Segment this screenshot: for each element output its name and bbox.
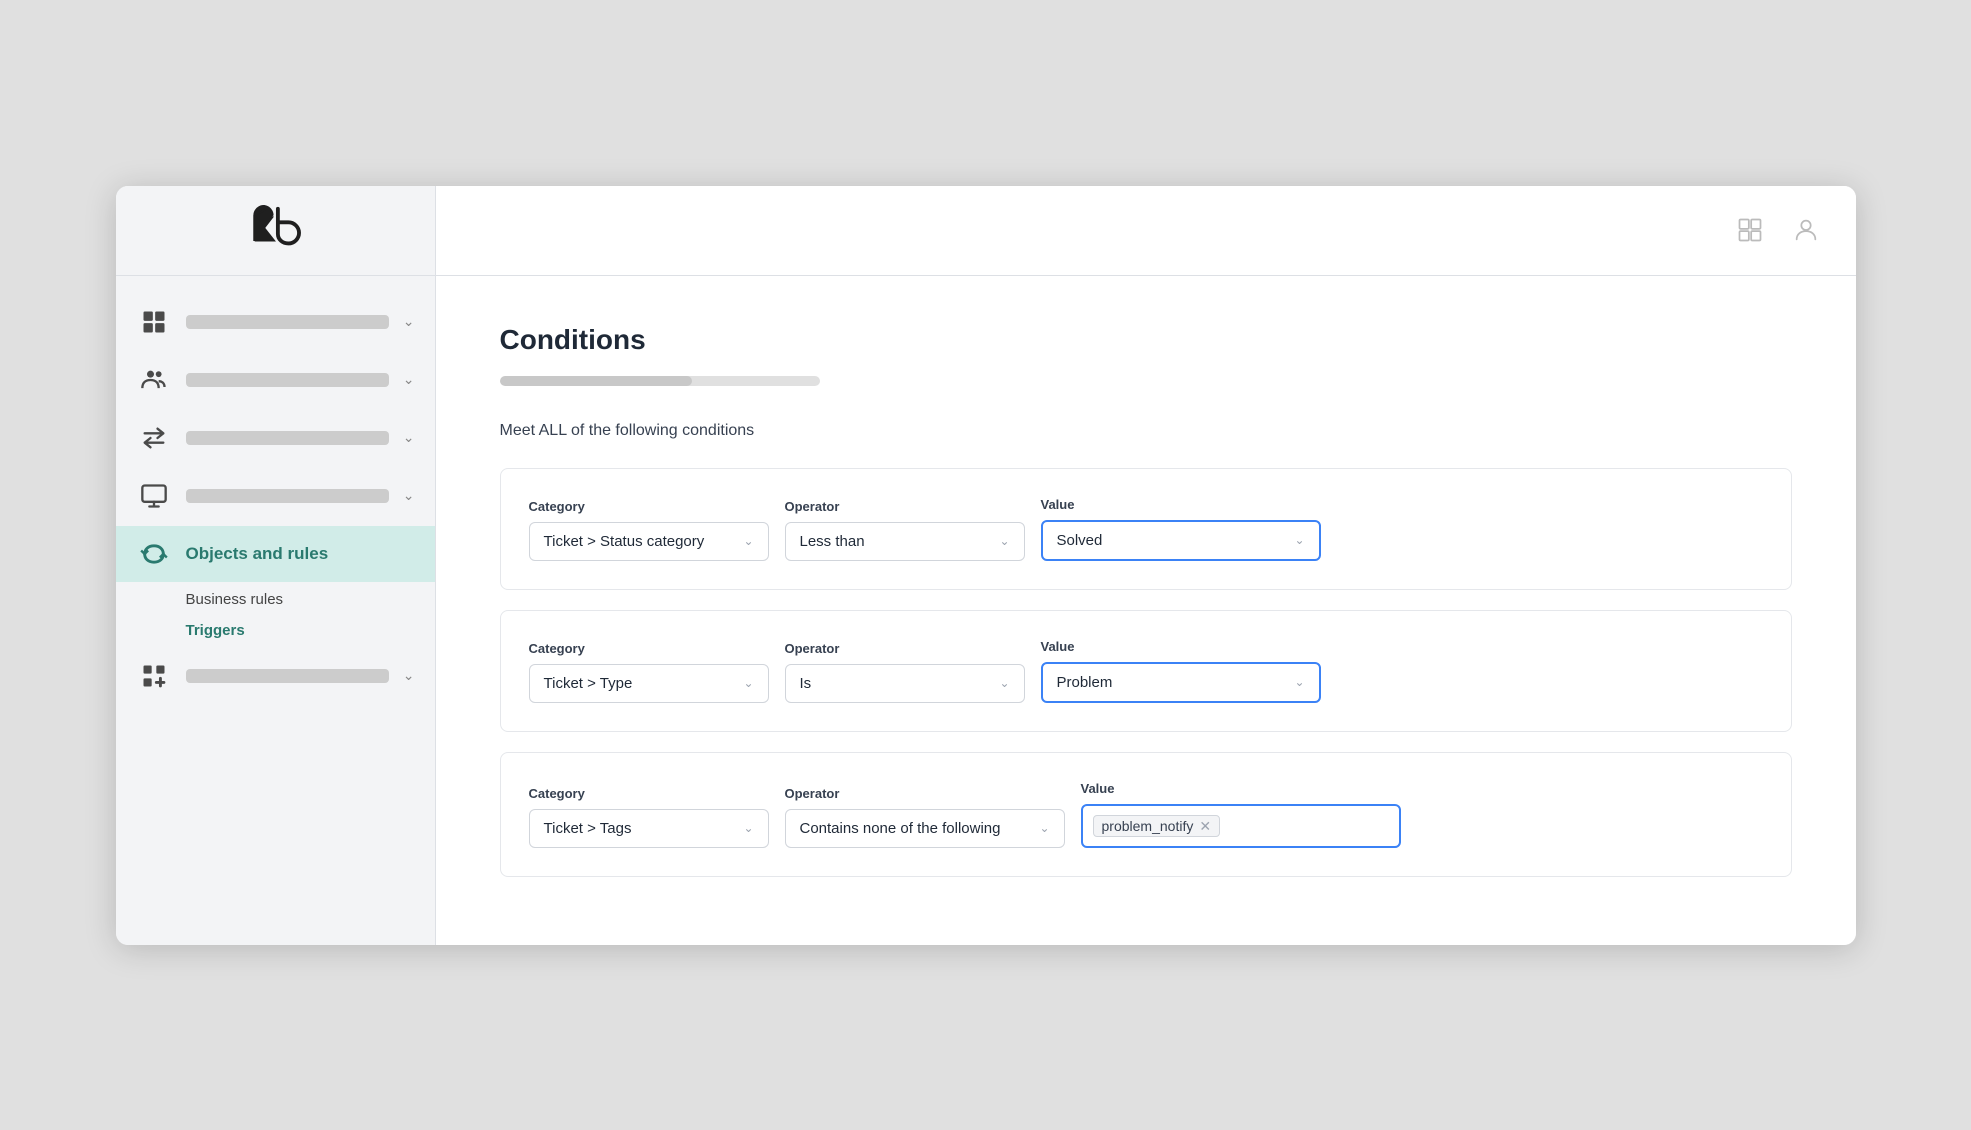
condition-3-operator-value: Contains none of the following (800, 820, 1032, 837)
condition-1-value-value: Solved (1057, 532, 1287, 549)
conditions-subtitle: Meet ALL of the following conditions (500, 422, 1792, 440)
condition-3-category-value: Ticket > Tags (544, 820, 736, 837)
condition-card-2: Category Ticket > Type ⌄ Operator Is ⌄ (500, 610, 1792, 732)
logo-area (116, 186, 435, 276)
condition-row-3: Category Ticket > Tags ⌄ Operator Contai… (529, 781, 1763, 848)
sidebar-item-label-objects-and-rules: Objects and rules (186, 544, 415, 564)
condition-1-category-label: Category (529, 499, 769, 514)
condition-2-category-value: Ticket > Type (544, 675, 736, 692)
condition-3-value-label: Value (1081, 781, 1401, 796)
chevron-down-icon: ⌄ (1039, 821, 1049, 835)
condition-1-operator-field: Operator Less than ⌄ (785, 499, 1025, 561)
condition-1-value-label: Value (1041, 497, 1321, 512)
condition-2-operator-label: Operator (785, 641, 1025, 656)
grid-view-icon[interactable] (1732, 212, 1768, 248)
condition-3-category-label: Category (529, 786, 769, 801)
chevron-down-icon: ⌄ (1294, 675, 1304, 689)
monitor-icon (136, 478, 172, 514)
sidebar-navigation: ⌄ ⌄ (116, 276, 435, 945)
page-title: Conditions (500, 324, 1792, 356)
main-content: Conditions Meet ALL of the following con… (436, 186, 1856, 945)
app-window: ⌄ ⌄ (116, 186, 1856, 945)
condition-2-operator-select[interactable]: Is ⌄ (785, 664, 1025, 703)
chevron-down-icon: ⌄ (403, 313, 415, 330)
sidebar: ⌄ ⌄ (116, 186, 436, 945)
chevron-down-icon: ⌄ (403, 371, 415, 388)
condition-3-category-select[interactable]: Ticket > Tags ⌄ (529, 809, 769, 848)
sidebar-item-label-monitor (186, 489, 389, 503)
chevron-down-icon: ⌄ (403, 429, 415, 446)
chevron-down-icon: ⌄ (743, 534, 753, 548)
tag-problem-notify: problem_notify ✕ (1093, 815, 1221, 837)
condition-2-operator-field: Operator Is ⌄ (785, 641, 1025, 703)
condition-row-1: Category Ticket > Status category ⌄ Oper… (529, 497, 1763, 561)
condition-2-value-select[interactable]: Problem ⌄ (1041, 662, 1321, 703)
condition-1-value-field: Value Solved ⌄ (1041, 497, 1321, 561)
buildings-icon (136, 304, 172, 340)
sidebar-item-label-buildings (186, 315, 389, 329)
condition-3-category-field: Category Ticket > Tags ⌄ (529, 786, 769, 848)
chevron-down-icon: ⌄ (743, 821, 753, 835)
condition-2-category-label: Category (529, 641, 769, 656)
arrows-icon (136, 420, 172, 456)
sidebar-sub-navigation: Business rules Triggers (116, 584, 435, 646)
condition-3-operator-field: Operator Contains none of the following … (785, 786, 1065, 848)
condition-card-1: Category Ticket > Status category ⌄ Oper… (500, 468, 1792, 590)
condition-3-operator-label: Operator (785, 786, 1065, 801)
sidebar-item-arrows[interactable]: ⌄ (116, 410, 435, 466)
chevron-down-icon: ⌄ (743, 676, 753, 690)
condition-2-value-value: Problem (1057, 674, 1287, 691)
condition-3-tag-input[interactable]: problem_notify ✕ (1081, 804, 1401, 848)
sidebar-item-objects-and-rules[interactable]: Objects and rules (116, 526, 435, 582)
user-avatar-icon[interactable] (1788, 212, 1824, 248)
condition-1-operator-select[interactable]: Less than ⌄ (785, 522, 1025, 561)
sidebar-item-people[interactable]: ⌄ (116, 352, 435, 408)
top-bar (436, 186, 1856, 276)
objects-and-rules-icon (136, 536, 172, 572)
chevron-down-icon: ⌄ (999, 676, 1009, 690)
sidebar-item-label-people (186, 373, 389, 387)
apps-icon (136, 658, 172, 694)
condition-1-category-select[interactable]: Ticket > Status category ⌄ (529, 522, 769, 561)
chevron-down-icon: ⌄ (403, 487, 415, 504)
tag-label: problem_notify (1102, 818, 1194, 834)
sidebar-item-buildings[interactable]: ⌄ (116, 294, 435, 350)
condition-2-value-field: Value Problem ⌄ (1041, 639, 1321, 703)
condition-1-category-field: Category Ticket > Status category ⌄ (529, 499, 769, 561)
condition-row-2: Category Ticket > Type ⌄ Operator Is ⌄ (529, 639, 1763, 703)
condition-1-operator-label: Operator (785, 499, 1025, 514)
condition-1-value-select[interactable]: Solved ⌄ (1041, 520, 1321, 561)
chevron-down-icon: ⌄ (403, 667, 415, 684)
condition-2-category-field: Category Ticket > Type ⌄ (529, 641, 769, 703)
condition-3-value-field: Value problem_notify ✕ (1081, 781, 1401, 848)
sub-nav-triggers[interactable]: Triggers (186, 615, 435, 646)
condition-1-operator-value: Less than (800, 533, 992, 550)
tag-remove-button[interactable]: ✕ (1199, 819, 1211, 833)
sidebar-item-label-apps (186, 669, 389, 683)
people-icon (136, 362, 172, 398)
content-area: Conditions Meet ALL of the following con… (436, 276, 1856, 945)
condition-2-operator-value: Is (800, 675, 992, 692)
progress-bar-track (500, 376, 820, 386)
chevron-down-icon: ⌄ (1294, 533, 1304, 547)
condition-2-value-label: Value (1041, 639, 1321, 654)
condition-2-category-select[interactable]: Ticket > Type ⌄ (529, 664, 769, 703)
sub-nav-business-rules: Business rules (186, 584, 435, 615)
condition-3-operator-select[interactable]: Contains none of the following ⌄ (785, 809, 1065, 848)
sidebar-item-apps[interactable]: ⌄ (116, 648, 435, 704)
chevron-down-icon: ⌄ (999, 534, 1009, 548)
progress-bar-fill (500, 376, 692, 386)
sidebar-item-label-arrows (186, 431, 389, 445)
condition-card-3: Category Ticket > Tags ⌄ Operator Contai… (500, 752, 1792, 877)
condition-1-category-value: Ticket > Status category (544, 533, 736, 550)
sidebar-item-monitor[interactable]: ⌄ (116, 468, 435, 524)
zendesk-logo (245, 205, 305, 255)
